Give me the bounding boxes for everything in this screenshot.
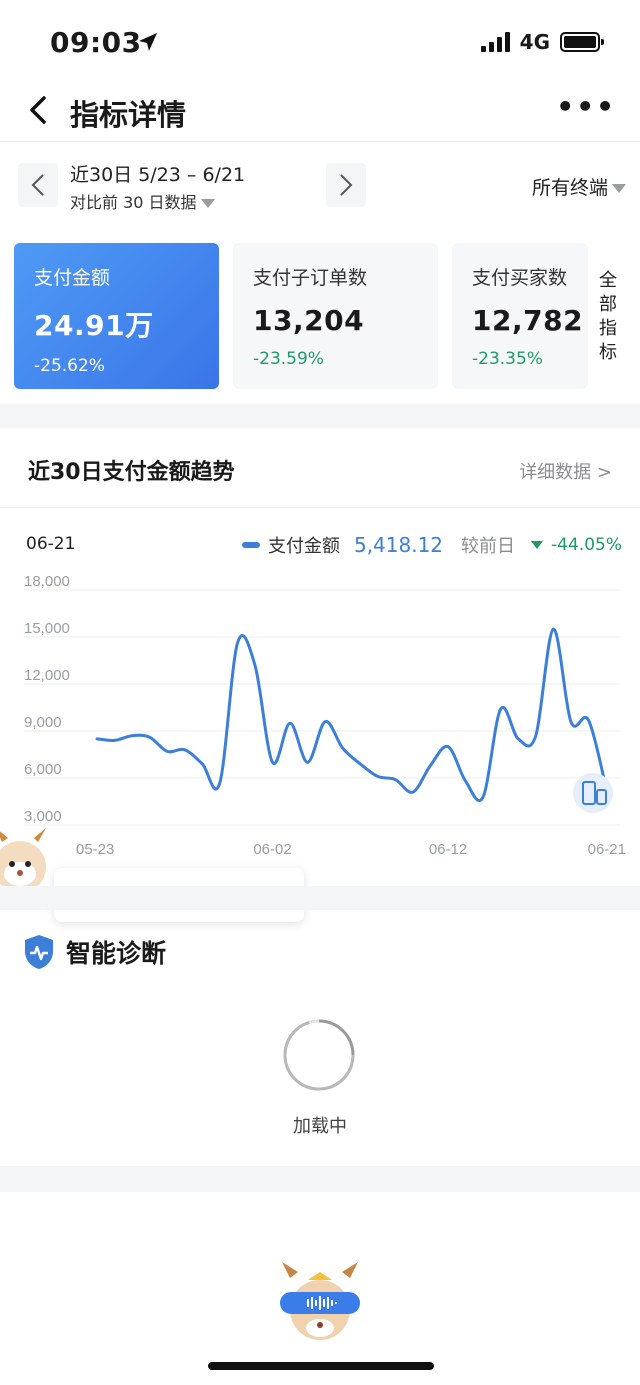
voice-assistant-icon[interactable] xyxy=(276,1258,364,1348)
y-tick-label: 15,000 xyxy=(24,620,70,637)
next-period-button[interactable] xyxy=(326,163,366,207)
y-tick-label: 18,000 xyxy=(24,573,70,590)
metric-cards: 支付金额 24.91万 -25.62% 支付子订单数 13,204 -23.59… xyxy=(14,243,640,389)
caret-down-icon xyxy=(200,199,215,208)
diagnosis-title: 智能诊断 xyxy=(66,939,167,968)
status-indicators: 4G xyxy=(480,30,604,54)
y-tick-label: 9,000 xyxy=(24,714,62,731)
trend-title: 近30日支付金额趋势 xyxy=(28,460,235,485)
loading-spinner-icon xyxy=(283,1019,355,1091)
metric-card-buyers[interactable]: 支付买家数 12,782 -23.35% xyxy=(452,243,588,389)
y-tick-label: 6,000 xyxy=(24,761,62,778)
chevron-right-icon xyxy=(340,174,353,196)
section-divider xyxy=(0,1166,640,1192)
detail-data-link[interactable]: 详细数据 > xyxy=(519,458,612,484)
compare-selector[interactable]: 对比前 30 日数据 xyxy=(70,189,215,213)
terminal-label: 所有终端 xyxy=(531,177,608,199)
metric-change: -23.35% xyxy=(472,349,543,369)
location-arrow-icon xyxy=(139,33,157,51)
metric-value: 12,782 xyxy=(472,304,584,337)
nav-bar: 指标详情 ••• xyxy=(0,80,640,142)
device-toggle-icon[interactable] xyxy=(573,773,613,813)
metric-change: -25.62% xyxy=(34,356,105,376)
metric-change: -23.59% xyxy=(253,349,324,369)
metric-label: 支付金额 xyxy=(34,267,111,289)
prev-period-button[interactable] xyxy=(18,163,58,207)
trend-chart: 06-21 支付金额 5,418.12 较前日 -44.05% 18,000 15… xyxy=(0,510,640,885)
home-indicator xyxy=(208,1362,434,1370)
section-divider xyxy=(0,886,640,910)
loading-text: 加载中 xyxy=(293,1116,347,1137)
metric-card-payment-amount[interactable]: 支付金额 24.91万 -25.62% xyxy=(14,243,219,389)
line-chart[interactable]: 18,00015,00012,0009,0006,0003,000 05-23 0… xyxy=(0,510,640,885)
metric-value: 24.91万 xyxy=(34,309,154,342)
series-line xyxy=(95,627,608,803)
page-title: 指标详情 xyxy=(70,98,187,132)
back-button[interactable] xyxy=(18,90,58,130)
terminal-selector[interactable]: 所有终端 xyxy=(532,173,626,200)
caret-down-icon xyxy=(612,184,626,193)
y-tick-label: 12,000 xyxy=(24,667,70,684)
network-type: 4G xyxy=(519,30,550,54)
x-tick-label: 06-12 xyxy=(429,841,467,858)
metric-card-sub-orders[interactable]: 支付子订单数 13,204 -23.59% xyxy=(233,243,438,389)
back-arrow-icon xyxy=(30,96,46,124)
all-metrics-button[interactable]: 全 部 指 标 xyxy=(594,269,622,365)
metric-value: 13,204 xyxy=(253,304,365,337)
shield-icon xyxy=(25,935,53,969)
chevron-left-icon xyxy=(31,174,44,196)
signal-icon xyxy=(480,32,510,52)
x-tick-label: 06-21 xyxy=(588,841,626,858)
metric-label: 支付子订单数 xyxy=(253,267,368,289)
battery-icon xyxy=(560,32,604,52)
date-filter: 近30日 5/23 – 6/21 对比前 30 日数据 所有终端 xyxy=(0,145,640,225)
diagnosis-header: 智能诊断 xyxy=(22,930,166,974)
section-divider xyxy=(0,404,640,428)
x-tick-label: 05-23 xyxy=(76,841,114,858)
date-range[interactable]: 近30日 5/23 – 6/21 xyxy=(70,160,245,187)
trend-section-header: 近30日支付金额趋势 详细数据 > xyxy=(0,430,640,508)
compare-label: 对比前 30 日数据 xyxy=(70,193,197,212)
x-tick-label: 06-02 xyxy=(253,841,291,858)
more-menu-button[interactable]: ••• xyxy=(556,93,616,121)
status-time: 09:03 xyxy=(50,26,142,59)
status-bar: 09:03 4G xyxy=(0,0,640,88)
metric-label: 支付买家数 xyxy=(472,267,568,289)
